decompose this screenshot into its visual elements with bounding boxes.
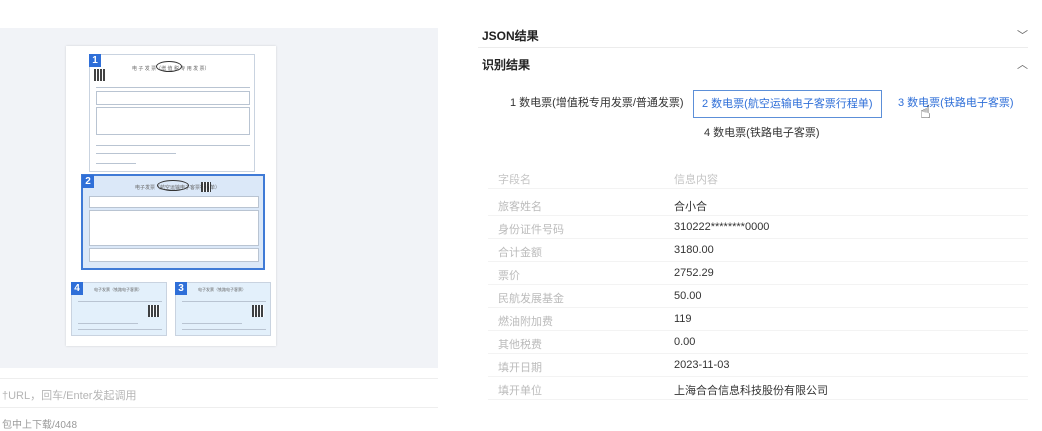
invoice-tabs: 1 数电票(增值税专用发票/普通发票) 2 数电票(航空运输电子客票行程单) 3… bbox=[478, 86, 1028, 156]
field-name: 填开日期 bbox=[498, 362, 542, 374]
invoice-thumbnail-4[interactable]: 4 电子发票（铁路电子客票） bbox=[71, 282, 167, 336]
chevron-up-icon[interactable]: ︿ bbox=[1017, 56, 1028, 72]
table-row: 旅客姓名 合小合 bbox=[488, 193, 1028, 216]
qr-code-icon bbox=[252, 305, 264, 317]
json-result-title: JSON结果 bbox=[482, 29, 539, 43]
json-result-section[interactable]: JSON结果 ﹀ bbox=[478, 20, 1028, 48]
title-highlight-oval bbox=[156, 61, 182, 72]
table-row: 民航发展基金 50.00 bbox=[488, 285, 1028, 308]
table-row: 票价 2752.29 bbox=[488, 262, 1028, 285]
field-name: 票价 bbox=[498, 270, 520, 282]
field-name: 旅客姓名 bbox=[498, 201, 542, 213]
invoice-number-badge: 4 bbox=[71, 282, 83, 295]
qr-code-icon bbox=[148, 305, 160, 317]
invoice-thumbnail-1[interactable]: 1 电 子 发 票（增 值 税 专 用 发 票） bbox=[89, 54, 255, 172]
results-panel: JSON结果 ﹀ 识别结果 ︿ 1 数电票(增值税专用发票/普通发票) 2 数电… bbox=[478, 0, 1042, 429]
field-name: 填开单位 bbox=[498, 385, 542, 397]
field-value: 3180.00 bbox=[674, 244, 714, 256]
invoice-number-badge: 2 bbox=[82, 175, 94, 188]
table-row: 身份证件号码 310222********0000 bbox=[488, 216, 1028, 239]
hand-cursor-icon: ☝ bbox=[920, 102, 931, 122]
field-value: 310222********0000 bbox=[674, 221, 770, 233]
invoice-number-badge: 3 bbox=[175, 282, 187, 295]
header-field-value: 信息内容 bbox=[674, 174, 718, 186]
invoice-number-badge: 1 bbox=[89, 54, 101, 67]
table-row: 填开日期 2023-11-03 bbox=[488, 354, 1028, 377]
field-value: 合小合 bbox=[674, 201, 707, 213]
left-panel: 1 电 子 发 票（增 值 税 专 用 发 票） 2 电子发票（航空运输电子客票… bbox=[0, 0, 440, 431]
recognition-result-title: 识别结果 bbox=[482, 58, 531, 72]
invoice-thumbnail-2[interactable]: 2 电子发票（航空运输电子客票行程单） bbox=[81, 174, 265, 270]
field-value: 0.00 bbox=[674, 336, 696, 348]
tab-invoice-3[interactable]: 3 数电票(铁路电子客票) bbox=[890, 90, 1022, 118]
title-highlight-oval bbox=[157, 180, 189, 191]
invoice-title: 电子发票（铁路电子客票） bbox=[94, 287, 143, 293]
field-value: 上海合合信息科技股份有限公司 bbox=[674, 385, 828, 397]
field-name: 身份证件号码 bbox=[498, 224, 564, 236]
tab-invoice-4[interactable]: 4 数电票(铁路电子客票) bbox=[696, 120, 828, 148]
document-preview: 1 电 子 发 票（增 值 税 专 用 发 票） 2 电子发票（航空运输电子客票… bbox=[0, 28, 438, 368]
url-input-row[interactable]: †URL，回车/Enter发起调用 bbox=[0, 378, 438, 408]
invoice-title: 电子发票（铁路电子客票） bbox=[198, 287, 247, 293]
table-header: 字段名 信息内容 bbox=[488, 166, 1028, 189]
field-value: 119 bbox=[674, 313, 692, 325]
field-value: 50.00 bbox=[674, 290, 702, 302]
table-row: 合计金额 3180.00 bbox=[488, 239, 1028, 262]
tab-invoice-2[interactable]: 2 数电票(航空运输电子客票行程单) bbox=[693, 90, 882, 118]
field-name: 燃油附加费 bbox=[498, 316, 553, 328]
table-row: 燃油附加费 119 bbox=[488, 308, 1028, 331]
field-name: 其他税费 bbox=[498, 339, 542, 351]
url-input-placeholder[interactable]: †URL，回车/Enter发起调用 bbox=[2, 387, 136, 403]
field-value: 2023-11-03 bbox=[674, 359, 730, 371]
field-value: 2752.29 bbox=[674, 267, 714, 279]
tab-invoice-1[interactable]: 1 数电票(增值税专用发票/普通发票) bbox=[502, 90, 692, 118]
field-name: 民航发展基金 bbox=[498, 293, 564, 305]
qr-code-icon bbox=[201, 182, 211, 192]
scanned-document: 1 电 子 发 票（增 值 税 专 用 发 票） 2 电子发票（航空运输电子客票… bbox=[66, 46, 276, 346]
invoice-thumbnail-3[interactable]: 3 电子发票（铁路电子客票） bbox=[175, 282, 271, 336]
header-field-name: 字段名 bbox=[498, 174, 531, 186]
table-row: 填开单位 上海合合信息科技股份有限公司 bbox=[488, 377, 1028, 400]
field-name: 合计金额 bbox=[498, 247, 542, 259]
chevron-down-icon[interactable]: ﹀ bbox=[1017, 27, 1028, 43]
table-row: 其他税费 0.00 bbox=[488, 331, 1028, 354]
recognition-result-section[interactable]: 识别结果 ︿ bbox=[478, 49, 1028, 77]
qr-code-icon bbox=[94, 69, 106, 81]
result-table: 字段名 信息内容 旅客姓名 合小合 身份证件号码 310222********0… bbox=[488, 160, 1028, 429]
